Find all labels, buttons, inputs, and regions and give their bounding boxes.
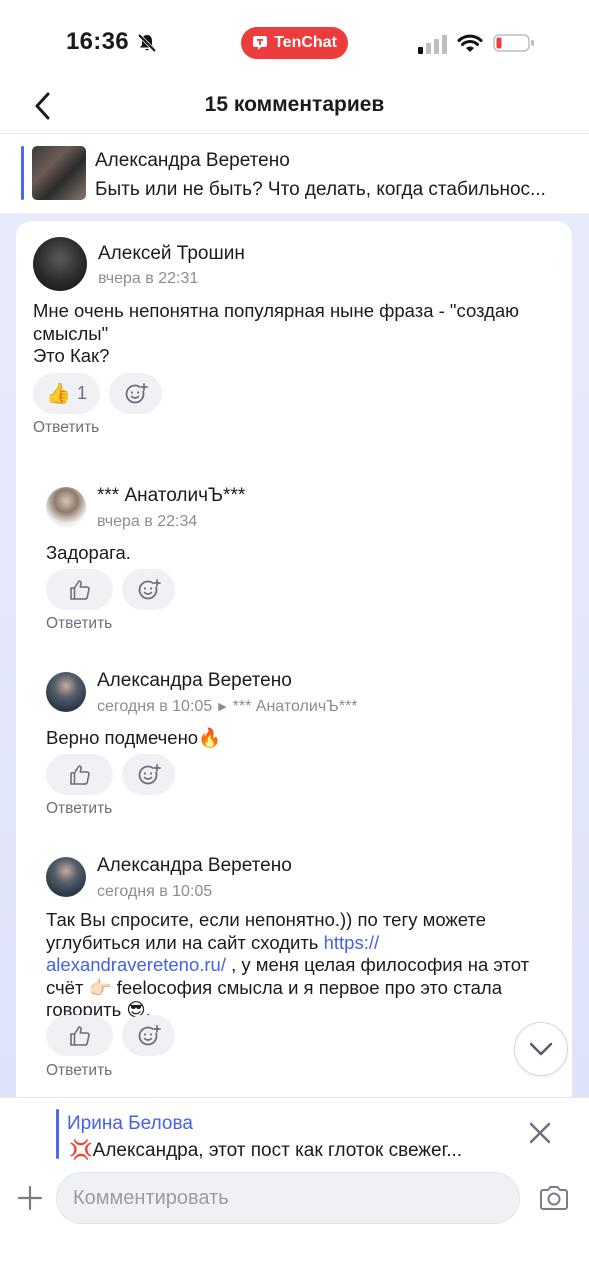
comment-composer xyxy=(0,1167,589,1280)
add-emoji-icon xyxy=(138,763,161,784)
comment-text-line: счёт 👉🏻 feelософия смысла и я первое про… xyxy=(46,976,502,998)
post-title: Быть или не быть? Что делать, когда стаб… xyxy=(95,179,546,200)
reply-button[interactable]: Ответить xyxy=(46,1062,112,1080)
avatar[interactable] xyxy=(46,672,86,712)
add-emoji-icon xyxy=(125,382,148,403)
comment-time: сегодня в 10:05 xyxy=(97,883,213,900)
comment-text-line: Это Как? xyxy=(33,345,110,366)
comment-text-fragment: углубиться или на сайт сходить xyxy=(46,931,324,953)
comment-text-line: Мне очень непонятна популярная ныне фраз… xyxy=(33,300,520,321)
comment: *** АнатоличЪ*** вчера в 22:34 Задорага.… xyxy=(16,471,572,641)
thumbs-up-icon xyxy=(69,579,90,600)
comments-feed[interactable]: Алексей Трошин вчера в 22:31 Мне очень н… xyxy=(0,213,589,1097)
comment: Александра Веретено сегодня в 10:05 ▶ *** … xyxy=(16,656,572,826)
page-title: 15 комментариев xyxy=(204,93,385,116)
post-preview[interactable]: Александра Веретено Быть или не быть? Чт… xyxy=(0,135,589,213)
status-bar: 16:36 TenChat xyxy=(0,0,589,80)
add-reaction-button[interactable] xyxy=(109,373,162,414)
like-button[interactable] xyxy=(46,1015,113,1056)
thumbs-up-emoji-icon: 👍 xyxy=(46,383,71,405)
comment-author[interactable]: Алексей Трошин xyxy=(98,243,245,265)
reply-button[interactable]: Ответить xyxy=(33,419,99,437)
avatar[interactable] xyxy=(46,487,86,527)
comment-time: вчера в 22:31 xyxy=(98,270,199,287)
comment-text-line: углубиться или на сайт сходить https:// xyxy=(46,932,561,955)
avatar[interactable] xyxy=(33,237,87,291)
comment-text-fragment: , у меня целая философия на этот xyxy=(225,954,530,975)
comment-text-line: alexandravereteno.ru/ , у меня целая фил… xyxy=(46,954,561,977)
scroll-down-button[interactable] xyxy=(514,1022,568,1076)
comment-author[interactable]: Александра Веретено xyxy=(97,855,292,877)
reply-button[interactable]: Ответить xyxy=(46,800,112,818)
avatar[interactable] xyxy=(46,857,86,897)
comment-time: сегодня в 10:05 ▶ *** АнатоличЪ*** xyxy=(97,698,358,716)
comment-thread-card: Алексей Трошин вчера в 22:31 Мне очень н… xyxy=(16,221,572,1097)
quote-author: Ирина Белова xyxy=(67,1113,193,1134)
thumbs-up-icon xyxy=(69,1025,90,1046)
comment-text-line: смыслы" xyxy=(33,322,109,344)
like-count: 1 xyxy=(76,383,87,403)
post-author: Александра Веретено xyxy=(95,150,290,171)
comment-text: Мне очень непонятна популярная ныне фраз… xyxy=(33,300,558,368)
camera-icon[interactable] xyxy=(538,1184,570,1212)
reply-button[interactable]: Ответить xyxy=(46,615,112,633)
comment-author[interactable]: Александра Веретено xyxy=(97,670,292,692)
app-name: TenChat xyxy=(274,34,337,51)
comment-author[interactable]: *** АнатоличЪ*** xyxy=(97,485,245,507)
quote-text: 💢Александра, этот пост как глоток свежег… xyxy=(69,1140,463,1161)
nav-header: 15 комментариев xyxy=(0,80,589,134)
bell-muted-icon xyxy=(137,33,157,53)
post-thumbnail xyxy=(32,146,86,200)
preview-accent-bar xyxy=(21,146,24,200)
comment: Александра Веретено сегодня в 10:05 Так … xyxy=(16,841,572,1097)
battery-icon xyxy=(493,34,534,52)
comment-text-line: Так Вы спросите, если непонятно.)) по те… xyxy=(46,909,487,930)
website-link[interactable]: alexandravereteno.ru/ xyxy=(46,954,226,975)
add-reaction-button[interactable] xyxy=(122,569,175,610)
reply-quote-bar: Ирина Белова 💢Александра, этот пост как … xyxy=(0,1097,589,1167)
add-reaction-button[interactable] xyxy=(122,754,175,795)
tenchat-pill[interactable]: TenChat xyxy=(241,27,348,59)
comment-time-text: сегодня в 10:05 xyxy=(97,698,213,715)
like-button[interactable]: 👍 1 xyxy=(33,373,100,414)
like-button[interactable] xyxy=(46,754,113,795)
signal-icon xyxy=(418,35,447,54)
reply-to-author[interactable]: *** АнатоличЪ*** xyxy=(233,698,358,715)
comment-text: Так Вы спросите, если непонятно.)) по те… xyxy=(46,909,561,1022)
thumbs-up-icon xyxy=(69,764,90,785)
status-time: 16:36 xyxy=(66,28,129,55)
add-emoji-icon xyxy=(138,1024,161,1045)
tenchat-logo-icon xyxy=(253,36,268,50)
like-button[interactable] xyxy=(46,569,113,610)
website-link[interactable]: https:// xyxy=(324,932,380,953)
close-icon[interactable] xyxy=(527,1120,553,1146)
comment-text-line: говорить 😎. xyxy=(46,999,151,1020)
chevron-down-icon xyxy=(529,1042,553,1056)
reply-arrow-icon: ▶ xyxy=(218,701,227,713)
comment: Алексей Трошин вчера в 22:31 Мне очень н… xyxy=(16,221,572,441)
comment-time: вчера в 22:34 xyxy=(97,513,198,530)
wifi-icon xyxy=(457,34,483,52)
comment-text: Задорага. xyxy=(46,542,131,563)
add-emoji-icon xyxy=(138,578,161,599)
quote-accent-bar xyxy=(56,1109,59,1159)
plus-icon[interactable] xyxy=(16,1184,44,1212)
add-reaction-button[interactable] xyxy=(122,1015,175,1056)
comment-input[interactable] xyxy=(56,1172,520,1224)
comment-text: Верно подмечено🔥 xyxy=(46,727,222,748)
